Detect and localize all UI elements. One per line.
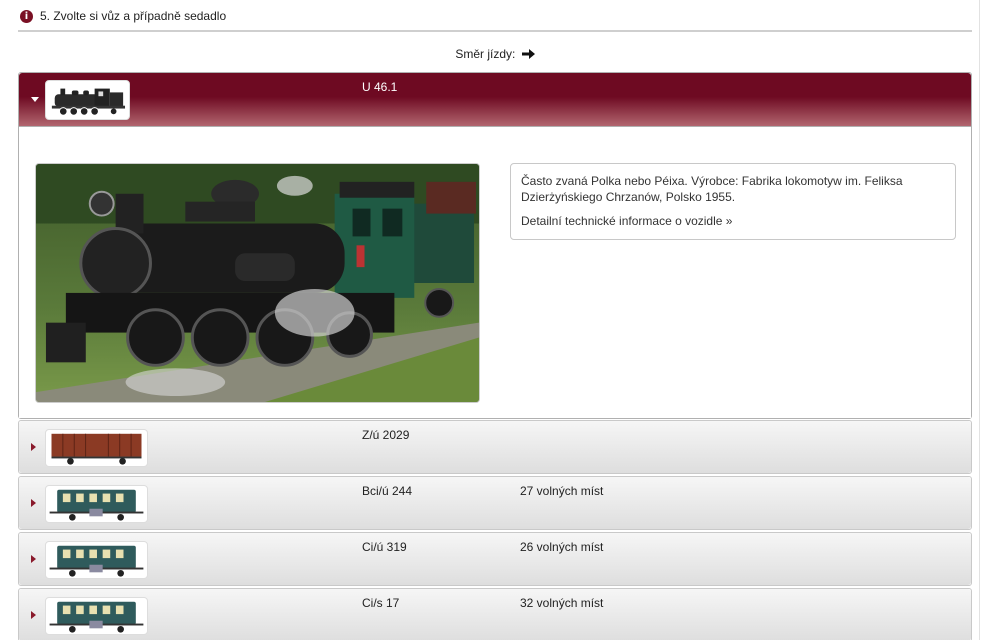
vehicle-description: Často zvaná Polka nebo Péixa. Výrobce: F… [521,174,903,204]
steam-locomotive-icon [45,80,130,120]
car-zu-2029: Z/ú 2029 [18,420,972,474]
passenger-coach-icon [45,541,148,579]
expand-triangle-icon[interactable] [31,611,36,619]
free-seats: 27 volných míst [520,484,604,498]
seat-selection-page: i 5. Zvolte si vůz a případně sedadlo Sm… [0,0,990,640]
car-header-cis-17[interactable]: Ci/s 17 32 volných míst [19,589,971,640]
technical-details-link[interactable]: Detailní technické informace o vozidle » [521,213,945,229]
section-title: 5. Zvolte si vůz a případně sedadlo [40,9,227,23]
car-bciu-244: Bci/ú 244 27 volných míst [18,476,972,530]
info-icon: i [20,10,33,23]
page-right-border [979,0,980,640]
car-name: U 46.1 [362,80,398,94]
car-name: Z/ú 2029 [362,428,410,442]
car-detail-panel: Často zvaná Polka nebo Péixa. Výrobce: F… [19,126,971,418]
collapse-triangle-icon[interactable] [31,97,39,102]
travel-direction-label: Směr jízdy: [455,47,516,61]
section-header: i 5. Zvolte si vůz a případně sedadlo [18,0,972,32]
locomotive-photo [35,163,480,403]
arrow-right-icon [521,48,535,62]
passenger-coach-icon [45,597,148,635]
expand-triangle-icon[interactable] [31,499,36,507]
freight-wagon-icon [45,429,148,467]
car-header-bciu-244[interactable]: Bci/ú 244 27 volných míst [19,477,971,529]
car-name: Ci/ú 319 [362,540,407,554]
car-header-zu-2029[interactable]: Z/ú 2029 [19,421,971,473]
car-cis-17: Ci/s 17 32 volných míst [18,588,972,640]
expand-triangle-icon[interactable] [31,443,36,451]
vehicle-info-box: Často zvaná Polka nebo Péixa. Výrobce: F… [510,163,956,240]
expand-triangle-icon[interactable] [31,555,36,563]
car-header-u46-1[interactable]: U 46.1 [19,73,971,126]
free-seats: 32 volných míst [520,596,604,610]
car-name: Bci/ú 244 [362,484,413,498]
car-header-ciu-319[interactable]: Ci/ú 319 26 volných míst [19,533,971,585]
car-u46-1: U 46.1 Často zvaná Polka nebo Péixa. Výr… [18,72,972,419]
car-ciu-319: Ci/ú 319 26 volných míst [18,532,972,586]
passenger-coach-icon [45,485,148,523]
free-seats: 26 volných míst [520,540,604,554]
travel-direction: Směr jízdy: [0,47,990,62]
car-name: Ci/s 17 [362,596,400,610]
